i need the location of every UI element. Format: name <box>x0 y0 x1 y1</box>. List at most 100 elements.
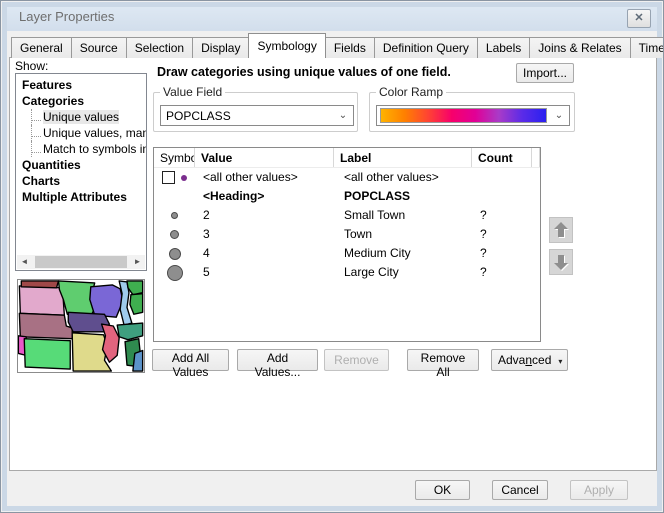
count-cell: ? <box>472 225 532 244</box>
title-bar[interactable]: Layer Properties ✕ <box>2 2 662 31</box>
move-down-button[interactable] <box>549 249 573 275</box>
tab-time[interactable]: Time <box>630 37 664 58</box>
sidebar-item-unique-values[interactable]: Unique values <box>31 109 146 125</box>
dropdown-arrow-icon: ▾ <box>558 357 562 366</box>
symbol-table[interactable]: SymbolValueLabelCount <all other values>… <box>153 147 541 342</box>
value-cell: 2 <box>195 206 334 225</box>
column-header-symbol[interactable]: Symbol <box>154 148 195 167</box>
table-row[interactable]: 2Small Town? <box>154 206 540 225</box>
scroll-right-icon[interactable]: ► <box>130 255 145 269</box>
tab-definition-query[interactable]: Definition Query <box>374 37 478 58</box>
layer-properties-dialog: Layer Properties ✕ GeneralSourceSelectio… <box>0 0 664 513</box>
table-row[interactable]: 3Town? <box>154 225 540 244</box>
count-cell: ? <box>472 263 532 282</box>
point-symbol-icon <box>171 212 178 219</box>
map-region <box>133 350 143 371</box>
table-row[interactable]: <all other values><all other values> <box>154 168 540 187</box>
cancel-button[interactable]: Cancel <box>492 480 548 500</box>
table-row[interactable]: 4Medium City? <box>154 244 540 263</box>
tab-source[interactable]: Source <box>71 37 127 58</box>
import-button[interactable]: Import... <box>516 63 574 83</box>
label-cell: <all other values> <box>334 168 472 187</box>
tree-connector-icon <box>32 133 41 137</box>
tab-labels[interactable]: Labels <box>477 37 530 58</box>
map-region <box>117 323 142 340</box>
tree-connector-icon <box>32 149 41 153</box>
arrow-up-icon <box>552 220 570 240</box>
count-cell: ? <box>472 244 532 263</box>
symbol-cell[interactable] <box>154 248 195 260</box>
color-ramp-swatch <box>380 108 547 123</box>
sidebar-item-label: Quantities <box>22 158 81 172</box>
all-other-values-checkbox[interactable] <box>162 171 175 184</box>
label-cell: Medium City <box>334 244 472 263</box>
column-header-count[interactable]: Count <box>472 148 532 167</box>
sidebar-item-multiple-attributes[interactable]: Multiple Attributes <box>22 189 146 205</box>
tab-selection[interactable]: Selection <box>126 37 193 58</box>
tab-symbology[interactable]: Symbology <box>248 33 325 58</box>
sidebar-item-match-to-symbols-in-a[interactable]: Match to symbols in a <box>31 141 146 157</box>
color-ramp-dropdown[interactable]: ⌄ <box>376 105 570 126</box>
value-field-dropdown[interactable]: POPCLASS ⌄ <box>160 105 354 126</box>
ok-button[interactable]: OK <box>415 480 470 500</box>
column-header-label[interactable]: Label <box>334 148 472 167</box>
sidebar-item-label: Features <box>22 78 72 92</box>
add-all-values-button[interactable]: Add All Values <box>152 349 229 371</box>
value-cell: <Heading> <box>195 187 334 206</box>
table-row[interactable]: <Heading>POPCLASS <box>154 187 540 206</box>
apply-button[interactable]: Apply <box>570 480 628 500</box>
panel-heading: Draw categories using unique values of o… <box>157 65 451 79</box>
value-field-value: POPCLASS <box>161 109 333 123</box>
sidebar-item-features[interactable]: Features <box>22 77 146 93</box>
horizontal-scrollbar[interactable]: ◄ ► <box>17 255 145 269</box>
column-header-filler <box>532 148 540 167</box>
sidebar-item-label: Unique values <box>43 110 119 124</box>
tab-joins-relates[interactable]: Joins & Relates <box>529 37 630 58</box>
map-region <box>130 294 143 315</box>
color-ramp-group: Color Ramp ⌄ <box>369 92 575 132</box>
remove-all-button[interactable]: Remove All <box>407 349 479 371</box>
tab-display[interactable]: Display <box>192 37 249 58</box>
color-ramp-label: Color Ramp <box>376 85 446 99</box>
symbol-cell[interactable] <box>154 171 195 184</box>
show-label: Show: <box>15 59 48 73</box>
tab-fields[interactable]: Fields <box>325 37 375 58</box>
label-cell: Large City <box>334 263 472 282</box>
show-tree: Features Categories Unique values Unique va… <box>16 74 146 205</box>
symbol-cell[interactable] <box>154 212 195 219</box>
sidebar-item-label: Match to symbols in a <box>43 142 147 156</box>
remove-button[interactable]: Remove <box>324 349 389 371</box>
show-listbox[interactable]: Features Categories Unique values Unique va… <box>15 73 147 271</box>
symbol-table-header: SymbolValueLabelCount <box>154 148 540 168</box>
close-icon[interactable]: ✕ <box>627 9 651 28</box>
sidebar-item-quantities[interactable]: Quantities <box>22 157 146 173</box>
tab-bar: GeneralSourceSelectionDisplaySymbologyFi… <box>11 36 664 58</box>
value-field-group: Value Field POPCLASS ⌄ <box>153 92 358 132</box>
advanced-button[interactable]: Advanced▾ <box>491 349 568 371</box>
symbol-cell[interactable] <box>154 230 195 239</box>
count-cell: ? <box>472 206 532 225</box>
scroll-left-icon[interactable]: ◄ <box>17 255 32 269</box>
value-cell: 3 <box>195 225 334 244</box>
column-header-value[interactable]: Value <box>195 148 334 167</box>
sidebar-item-label: Categories <box>22 94 84 108</box>
value-cell: 4 <box>195 244 334 263</box>
sidebar-item-categories[interactable]: Categories <box>22 93 146 109</box>
tab-general[interactable]: General <box>11 37 72 58</box>
chevron-down-icon: ⌄ <box>549 110 569 121</box>
symbol-cell[interactable] <box>154 265 195 281</box>
scrollbar-thumb[interactable] <box>35 256 127 268</box>
sidebar-item-unique-values-many[interactable]: Unique values, many <box>31 125 146 141</box>
label-cell: Small Town <box>334 206 472 225</box>
table-row[interactable]: 5Large City? <box>154 263 540 282</box>
map-region <box>24 339 70 369</box>
sidebar-item-label: Multiple Attributes <box>22 190 127 204</box>
sidebar-item-label: Unique values, many <box>43 126 147 140</box>
sidebar-item-charts[interactable]: Charts <box>22 173 146 189</box>
move-up-button[interactable] <box>549 217 573 243</box>
sidebar-item-label: Charts <box>22 174 60 188</box>
label-cell: POPCLASS <box>334 187 472 206</box>
add-values-button[interactable]: Add Values... <box>237 349 318 371</box>
map-region <box>21 281 58 288</box>
point-symbol-icon <box>181 175 187 181</box>
